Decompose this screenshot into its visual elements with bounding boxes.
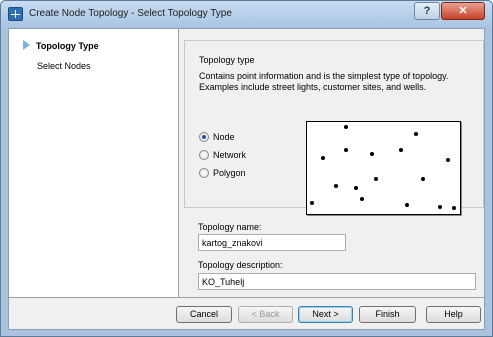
wizard-content-pane: Topology type Contains point information… (180, 29, 484, 297)
node-dot (321, 156, 325, 160)
help-titlebar-button[interactable]: ? (414, 2, 440, 20)
next-button[interactable]: Next > (298, 306, 353, 323)
cancel-button[interactable]: Cancel (176, 306, 232, 323)
radio-polygon[interactable]: Polygon (199, 168, 246, 178)
topology-name-input[interactable]: kartog_znakovi (198, 234, 346, 251)
node-dot (452, 206, 456, 210)
node-dot (334, 184, 338, 188)
node-dot (414, 132, 418, 136)
close-button[interactable]: ✕ (441, 2, 485, 20)
step-topology-type[interactable]: Topology Type (23, 40, 99, 51)
node-dot (310, 201, 314, 205)
topology-description-label: Topology description: (198, 260, 283, 270)
node-topology-preview-image (306, 121, 461, 215)
button-bar: Cancel < Back Next > Finish Help (9, 297, 484, 329)
node-dot (354, 186, 358, 190)
dialog-window: Create Node Topology - Select Topology T… (0, 0, 493, 337)
radio-network[interactable]: Network (199, 150, 246, 160)
node-dot (360, 197, 364, 201)
finish-button[interactable]: Finish (359, 306, 416, 323)
node-dot (405, 203, 409, 207)
node-dot (370, 152, 374, 156)
topology-name-label: Topology name: (198, 222, 262, 232)
topology-type-group: Topology type Contains point information… (184, 40, 484, 215)
radio-label: Node (213, 132, 235, 142)
radio-node[interactable]: Node (199, 132, 235, 142)
node-dot (446, 158, 450, 162)
title-bar[interactable]: Create Node Topology - Select Topology T… (1, 1, 492, 27)
node-dot (344, 148, 348, 152)
radio-label: Polygon (213, 168, 246, 178)
help-button[interactable]: Help (426, 306, 481, 323)
radio-label: Network (213, 150, 247, 160)
back-button[interactable]: < Back (238, 306, 293, 323)
group-title: Topology type (199, 55, 255, 65)
step-label: Topology Type (36, 41, 99, 51)
topology-type-description: Contains point information and is the si… (199, 71, 449, 92)
node-dot (421, 177, 425, 181)
node-dot (399, 148, 403, 152)
node-dot (374, 177, 378, 181)
dialog-client-area: Topology Type Select Nodes Topology type… (8, 28, 485, 330)
wizard-steps-pane: Topology Type Select Nodes (9, 29, 179, 297)
window-title: Create Node Topology - Select Topology T… (29, 8, 232, 19)
current-step-arrow-icon (23, 40, 30, 50)
radio-unchecked-icon[interactable] (199, 168, 209, 178)
radio-checked-icon[interactable] (199, 132, 209, 142)
step-select-nodes[interactable]: Select Nodes (37, 61, 91, 71)
topology-description-input[interactable]: KO_Tuhelj (198, 273, 476, 290)
node-dot (344, 125, 348, 129)
step-label: Select Nodes (37, 61, 91, 71)
node-dot (438, 205, 442, 209)
topology-app-icon (8, 7, 23, 21)
radio-unchecked-icon[interactable] (199, 150, 209, 160)
